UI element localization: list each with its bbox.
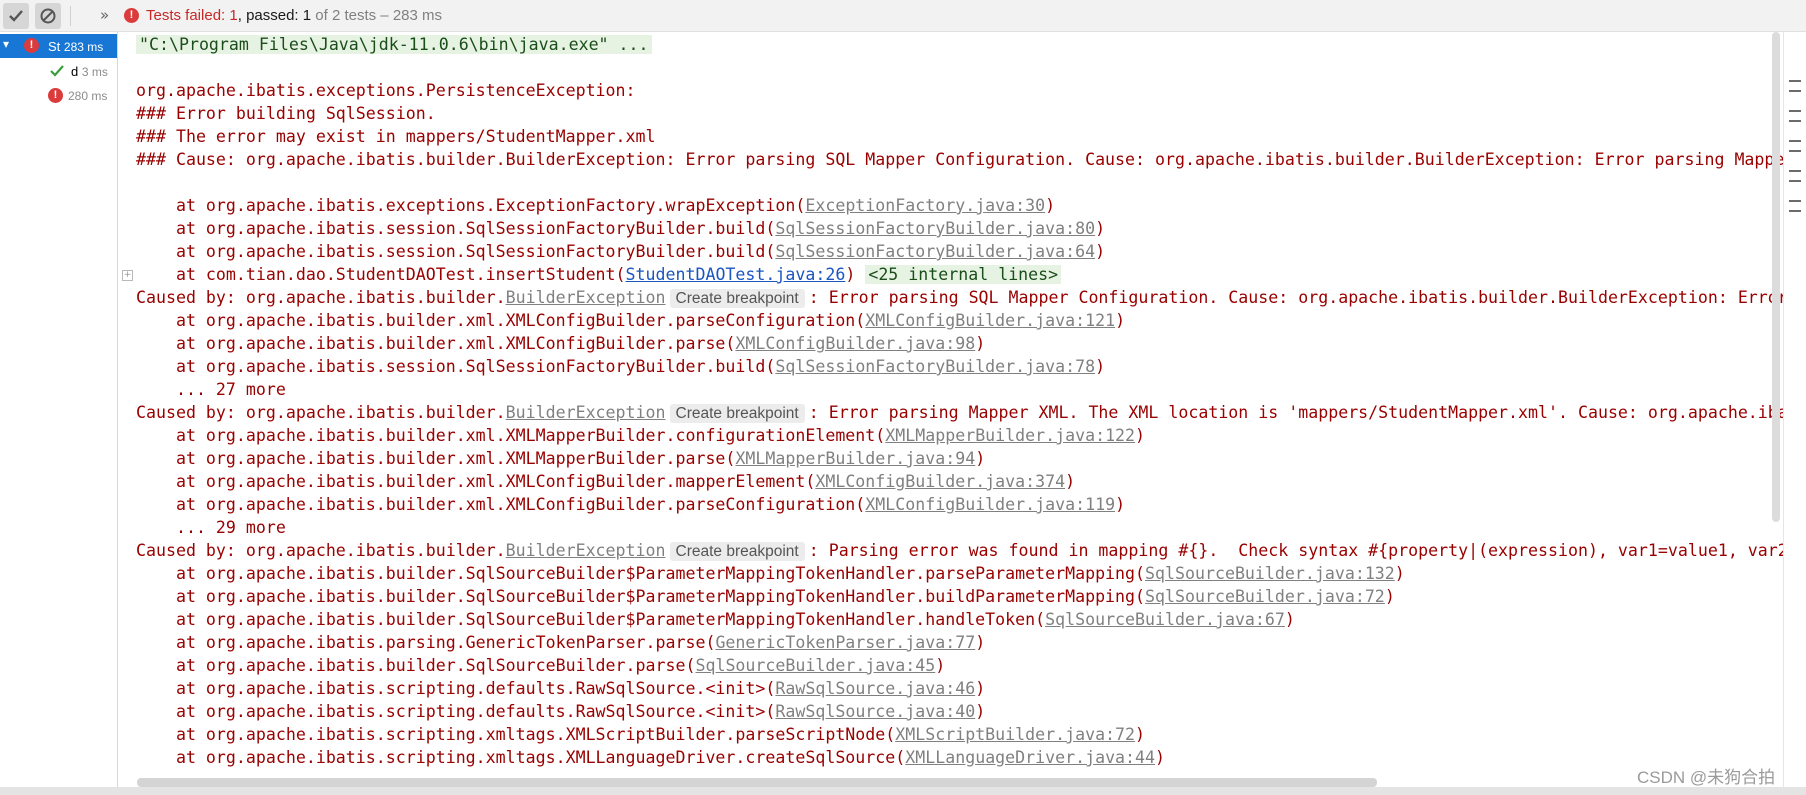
pin-icon[interactable] bbox=[1789, 170, 1801, 182]
stack-frame: at org.apache.ibatis.builder.xml.XMLMapp… bbox=[136, 426, 1146, 445]
tree-item-root[interactable]: ▾ ! St 283 ms bbox=[0, 34, 117, 58]
watermark: CSDN @未狗合拍 bbox=[1637, 768, 1776, 787]
source-link[interactable]: XMLConfigBuilder.java:374 bbox=[815, 472, 1065, 491]
source-link[interactable]: SqlSourceBuilder.java:45 bbox=[695, 656, 935, 675]
checkmark-icon bbox=[9, 10, 23, 22]
source-link[interactable]: XMLConfigBuilder.java:98 bbox=[735, 334, 975, 353]
stack-frame: at com.tian.dao.StudentDAOTest.insertStu… bbox=[136, 264, 1062, 286]
caused-by-line: Caused by: org.apache.ibatis.builder.Bui… bbox=[136, 403, 1783, 423]
create-breakpoint-button[interactable]: Create breakpoint bbox=[669, 404, 805, 423]
show-ignored-button[interactable] bbox=[35, 3, 61, 29]
soft-wrap-icon[interactable] bbox=[1789, 80, 1801, 92]
source-link[interactable]: RawSqlSource.java:46 bbox=[775, 679, 975, 698]
checkmark-icon bbox=[50, 65, 64, 77]
source-link[interactable]: SqlSessionFactoryBuilder.java:64 bbox=[775, 242, 1095, 261]
stack-frame: at org.apache.ibatis.scripting.defaults.… bbox=[136, 702, 986, 721]
vertical-scrollbar[interactable] bbox=[1772, 32, 1780, 522]
command-line[interactable]: "C:\Program Files\Java\jdk-11.0.6\bin\ja… bbox=[136, 35, 652, 54]
caused-by-line: Caused by: org.apache.ibatis.builder.Bui… bbox=[136, 541, 1783, 561]
scroll-to-end-icon[interactable] bbox=[1789, 110, 1801, 122]
error-icon: ! bbox=[124, 8, 139, 23]
clear-all-icon[interactable] bbox=[1789, 200, 1801, 212]
test-tree: ▾ ! St 283 ms d 3 ms ! 280 ms bbox=[0, 32, 118, 795]
error-line: ### The error may exist in mappers/Stude… bbox=[136, 127, 656, 146]
source-link[interactable]: ExceptionFactory.java:30 bbox=[805, 196, 1045, 215]
cause-line: ### Cause: org.apache.ibatis.builder.Bui… bbox=[136, 150, 1783, 169]
expand-chevron-icon[interactable]: » bbox=[100, 6, 109, 24]
chevron-down-icon[interactable]: ▾ bbox=[3, 37, 9, 51]
exception-class-link[interactable]: BuilderException bbox=[506, 403, 666, 422]
stack-frame: at org.apache.ibatis.scripting.xmltags.X… bbox=[136, 725, 1146, 744]
stack-frame: at org.apache.ibatis.scripting.defaults.… bbox=[136, 679, 986, 698]
source-link[interactable]: XMLConfigBuilder.java:119 bbox=[865, 495, 1115, 514]
exception-class-link[interactable]: BuilderException bbox=[506, 288, 666, 307]
stack-frame: at org.apache.ibatis.builder.xml.XMLConf… bbox=[136, 311, 1126, 330]
horizontal-scrollbar[interactable] bbox=[137, 778, 1377, 787]
stack-frame: at org.apache.ibatis.scripting.xmltags.X… bbox=[136, 748, 1166, 767]
stack-frame: at org.apache.ibatis.parsing.GenericToke… bbox=[136, 633, 986, 652]
error-icon: ! bbox=[48, 88, 63, 103]
source-link[interactable]: SqlSourceBuilder.java:67 bbox=[1045, 610, 1285, 629]
stack-frame: at org.apache.ibatis.session.SqlSessionF… bbox=[136, 219, 1106, 238]
expand-fold-icon[interactable]: + bbox=[122, 270, 133, 281]
internal-lines-fold[interactable]: <25 internal lines> bbox=[865, 265, 1062, 284]
more-frames-line: ... 29 more bbox=[136, 518, 286, 537]
console-side-toolbar bbox=[1783, 32, 1806, 787]
source-link[interactable]: SqlSourceBuilder.java:132 bbox=[1145, 564, 1395, 583]
error-icon: ! bbox=[24, 38, 39, 53]
show-passed-button[interactable] bbox=[3, 3, 29, 29]
source-link[interactable]: RawSqlSource.java:40 bbox=[775, 702, 975, 721]
stack-frame: at org.apache.ibatis.session.SqlSessionF… bbox=[136, 357, 1106, 376]
exception-line: org.apache.ibatis.exceptions.Persistence… bbox=[136, 81, 646, 100]
tree-item-failed-test[interactable]: ! 280 ms bbox=[0, 84, 117, 108]
stack-frame: at org.apache.ibatis.builder.xml.XMLConf… bbox=[136, 495, 1126, 514]
stack-frame: at org.apache.ibatis.builder.SqlSourceBu… bbox=[136, 587, 1395, 606]
stack-frame: at org.apache.ibatis.builder.SqlSourceBu… bbox=[136, 564, 1405, 583]
test-status-text: Tests failed: 1, passed: 1 of 2 tests – … bbox=[146, 7, 443, 24]
source-link[interactable]: XMLScriptBuilder.java:72 bbox=[895, 725, 1135, 744]
error-line: ### Error building SqlSession. bbox=[136, 104, 436, 123]
exception-class-link[interactable]: BuilderException bbox=[506, 541, 666, 560]
console-output[interactable]: "C:\Program Files\Java\jdk-11.0.6\bin\ja… bbox=[119, 32, 1783, 787]
more-frames-line: ... 27 more bbox=[136, 380, 286, 399]
stack-frame: at org.apache.ibatis.session.SqlSessionF… bbox=[136, 242, 1106, 261]
toolbar-separator bbox=[70, 6, 71, 26]
create-breakpoint-button[interactable]: Create breakpoint bbox=[669, 542, 805, 561]
source-link[interactable]: SqlSessionFactoryBuilder.java:78 bbox=[775, 357, 1095, 376]
bottom-bar bbox=[0, 787, 1806, 795]
source-link[interactable]: XMLMapperBuilder.java:94 bbox=[735, 449, 975, 468]
source-link[interactable]: GenericTokenParser.java:77 bbox=[715, 633, 975, 652]
stack-frame: at org.apache.ibatis.builder.SqlSourceBu… bbox=[136, 610, 1295, 629]
stack-frame: at org.apache.ibatis.builder.xml.XMLConf… bbox=[136, 334, 986, 353]
caused-by-line: Caused by: org.apache.ibatis.builder.Bui… bbox=[136, 288, 1783, 308]
ban-icon bbox=[40, 8, 56, 24]
print-icon[interactable] bbox=[1789, 140, 1801, 152]
stack-frame: at org.apache.ibatis.builder.SqlSourceBu… bbox=[136, 656, 946, 675]
stack-frame: at org.apache.ibatis.builder.xml.XMLConf… bbox=[136, 472, 1076, 491]
source-link[interactable]: XMLConfigBuilder.java:121 bbox=[865, 311, 1115, 330]
source-link[interactable]: XMLLanguageDriver.java:44 bbox=[905, 748, 1155, 767]
test-runner-toolbar: » ! Tests failed: 1, passed: 1 of 2 test… bbox=[0, 0, 1806, 32]
tree-item-passed-test[interactable]: d 3 ms bbox=[0, 59, 117, 83]
source-link[interactable]: XMLMapperBuilder.java:122 bbox=[885, 426, 1135, 445]
source-link[interactable]: StudentDAOTest.java:26 bbox=[626, 265, 846, 284]
create-breakpoint-button[interactable]: Create breakpoint bbox=[669, 289, 805, 308]
source-link[interactable]: SqlSourceBuilder.java:72 bbox=[1145, 587, 1385, 606]
stack-frame: at org.apache.ibatis.exceptions.Exceptio… bbox=[136, 196, 1056, 215]
stack-frame: at org.apache.ibatis.builder.xml.XMLMapp… bbox=[136, 449, 986, 468]
source-link[interactable]: SqlSessionFactoryBuilder.java:80 bbox=[775, 219, 1095, 238]
